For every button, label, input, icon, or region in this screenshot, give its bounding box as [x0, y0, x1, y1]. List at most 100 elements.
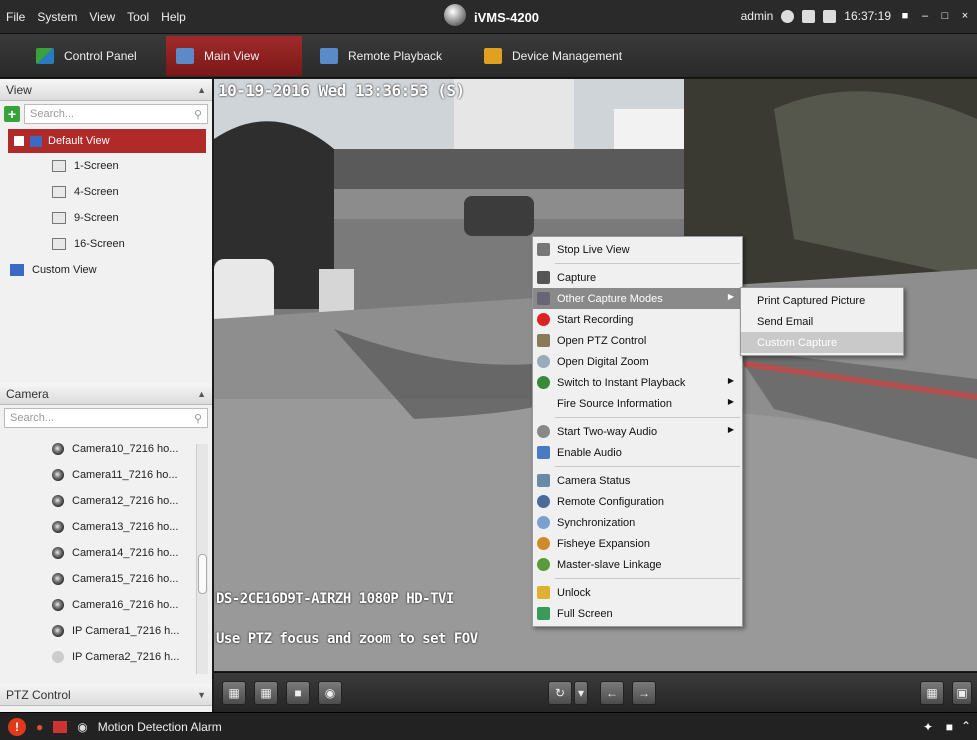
alarm-warning-icon[interactable]: ! — [8, 717, 26, 736]
menu-item-synchronization[interactable]: Synchronization — [533, 512, 742, 533]
collapse-toggle-icon[interactable] — [14, 136, 24, 146]
camera-panel-header[interactable]: Camera ▲ — [0, 383, 212, 405]
fisheye-icon — [537, 537, 550, 550]
menu-item-capture[interactable]: Capture — [533, 267, 742, 288]
list-item-camera[interactable]: IP Camera2_7216 h... — [0, 644, 212, 670]
camera-panel: Camera ▲ Search... ⚲ Camera10_7216 ho...… — [0, 383, 212, 670]
alarm-sound-icon[interactable]: ● — [36, 720, 43, 734]
camera-list-scrollbar[interactable] — [196, 444, 208, 674]
maximize-button[interactable]: □ — [939, 10, 951, 22]
menu-tool[interactable]: Tool — [127, 10, 149, 24]
tab-remote-playback[interactable]: Remote Playback — [310, 36, 452, 76]
submenu-item-print-captured-picture[interactable]: Print Captured Picture — [741, 290, 903, 311]
menu-item-full-screen[interactable]: Full Screen — [533, 603, 742, 624]
expand-icon[interactable]: ▼ — [197, 690, 206, 700]
layout-icon[interactable]: ▦ — [222, 681, 246, 705]
minimize-button[interactable]: – — [919, 10, 931, 22]
collapse-icon[interactable]: ▲ — [197, 389, 206, 399]
submenu-item-label: Print Captured Picture — [757, 294, 866, 307]
alarm-popup-icon[interactable] — [53, 720, 68, 733]
ptz-panel-header[interactable]: PTZ Control ▼ — [0, 684, 212, 706]
add-view-icon[interactable]: + — [4, 106, 20, 122]
menu-item-fisheye-expansion[interactable]: Fisheye Expansion — [533, 533, 742, 554]
menu-item-switch-instant-playback[interactable]: Switch to Instant Playback ▶ — [533, 372, 742, 393]
menu-system[interactable]: System — [37, 10, 77, 24]
menu-item-start-two-way-audio[interactable]: Start Two-way Audio ▶ — [533, 421, 742, 442]
menu-item-label: Open PTZ Control — [557, 334, 647, 347]
menu-view[interactable]: View — [89, 10, 115, 24]
submenu-item-send-email[interactable]: Send Email — [741, 311, 903, 332]
menu-item-open-digital-zoom[interactable]: Open Digital Zoom — [533, 351, 742, 372]
rotate-icon[interactable]: ↻ — [548, 681, 572, 705]
list-item-camera[interactable]: Camera15_7216 ho... — [0, 566, 212, 592]
left-panel: View ▲ + Search... ⚲ Default View 1-Scre… — [0, 79, 212, 712]
tab-device-management[interactable]: Device Management — [474, 36, 632, 76]
globe-icon[interactable] — [781, 9, 795, 23]
scrollbar-thumb[interactable] — [198, 554, 207, 594]
tab-main-view[interactable]: Main View — [166, 36, 302, 76]
menu-item-label: Remote Configuration — [557, 495, 665, 508]
next-icon[interactable]: → — [632, 681, 656, 705]
tree-item-1-screen[interactable]: 1-Screen — [0, 153, 212, 179]
list-item-camera[interactable]: Camera12_7216 ho... — [0, 488, 212, 514]
lock-icon[interactable]: ■ — [899, 10, 911, 22]
menu-item-master-slave-linkage[interactable]: Master-slave Linkage — [533, 554, 742, 575]
menu-item-fire-source-information[interactable]: Fire Source Information ▶ — [533, 393, 742, 414]
search-icon[interactable]: ⚲ — [194, 412, 202, 425]
grid-icon[interactable]: ▦ — [920, 681, 944, 705]
menu-file[interactable]: File — [6, 10, 25, 24]
menu-item-start-recording[interactable]: Start Recording — [533, 309, 742, 330]
window-division-icon[interactable]: ▦ — [254, 681, 278, 705]
view-search-input[interactable]: Search... ⚲ — [24, 104, 208, 124]
status-bar: ! ● ◉ Motion Detection Alarm ✦ ■ ⌃ — [0, 712, 977, 740]
list-item-camera[interactable]: Camera14_7216 ho... — [0, 540, 212, 566]
previous-icon[interactable]: ← — [600, 681, 624, 705]
tree-item-9-screen[interactable]: 9-Screen — [0, 205, 212, 231]
tree-item-default-view[interactable]: Default View — [8, 129, 206, 153]
menu-item-camera-status[interactable]: Camera Status — [533, 470, 742, 491]
stop-all-icon[interactable]: ■ — [286, 681, 310, 705]
camera-icon — [52, 625, 64, 637]
cpu-icon[interactable] — [802, 9, 816, 23]
menu-item-remote-configuration[interactable]: Remote Configuration — [533, 491, 742, 512]
menu-item-enable-audio[interactable]: Enable Audio — [533, 442, 742, 463]
list-item-camera[interactable]: Camera11_7216 ho... — [0, 462, 212, 488]
tab-label: Device Management — [512, 49, 623, 63]
close-button[interactable]: × — [959, 10, 971, 22]
camera-search-input[interactable]: Search... ⚲ — [4, 408, 208, 428]
menu-item-other-capture-modes[interactable]: Other Capture Modes ▶ — [533, 288, 742, 309]
collapse-icon[interactable]: ▲ — [197, 85, 206, 95]
list-item-camera[interactable]: IP Camera1_7216 h... — [0, 618, 212, 644]
speaker-icon[interactable]: ◉ — [77, 720, 87, 734]
tree-item-4-screen[interactable]: 4-Screen — [0, 179, 212, 205]
list-item-camera[interactable]: Camera16_7216 ho... — [0, 592, 212, 618]
app-title-text: iVMS-4200 — [474, 9, 540, 25]
tree-item-16-screen[interactable]: 16-Screen — [0, 231, 212, 257]
ram-icon[interactable] — [823, 9, 837, 23]
volume-icon[interactable]: ◉ — [318, 681, 342, 705]
device-management-icon — [484, 48, 502, 64]
camera-label: Camera16_7216 ho... — [72, 599, 179, 611]
search-icon[interactable]: ⚲ — [194, 108, 202, 121]
expand-up-icon[interactable]: ⌃ — [961, 719, 971, 733]
tab-control-panel[interactable]: Control Panel — [26, 36, 147, 76]
menu-item-stop-live-view[interactable]: Stop Live View — [533, 239, 742, 260]
list-item-camera[interactable]: Camera13_7216 ho... — [0, 514, 212, 540]
fullscreen-icon[interactable]: ▣ — [952, 681, 972, 705]
pin-icon[interactable]: ✦ — [923, 720, 933, 734]
menu-help[interactable]: Help — [161, 10, 186, 24]
restore-icon[interactable]: ■ — [946, 720, 953, 734]
view-panel-header[interactable]: View ▲ — [0, 79, 212, 101]
list-item-camera[interactable]: Camera10_7216 ho... — [0, 436, 212, 462]
menu-item-open-ptz-control[interactable]: Open PTZ Control — [533, 330, 742, 351]
camera-capture-icon — [537, 271, 550, 284]
menu-separator — [555, 263, 740, 264]
playback-icon — [320, 48, 338, 64]
tree-item-custom-view[interactable]: Custom View — [0, 257, 212, 283]
tab-label: Control Panel — [64, 49, 137, 63]
submenu-item-custom-capture[interactable]: Custom Capture — [741, 332, 903, 353]
username[interactable]: admin — [741, 9, 774, 23]
ip-camera-icon — [52, 651, 64, 663]
dropdown-icon[interactable]: ▾ — [574, 681, 588, 705]
menu-item-unlock[interactable]: Unlock — [533, 582, 742, 603]
